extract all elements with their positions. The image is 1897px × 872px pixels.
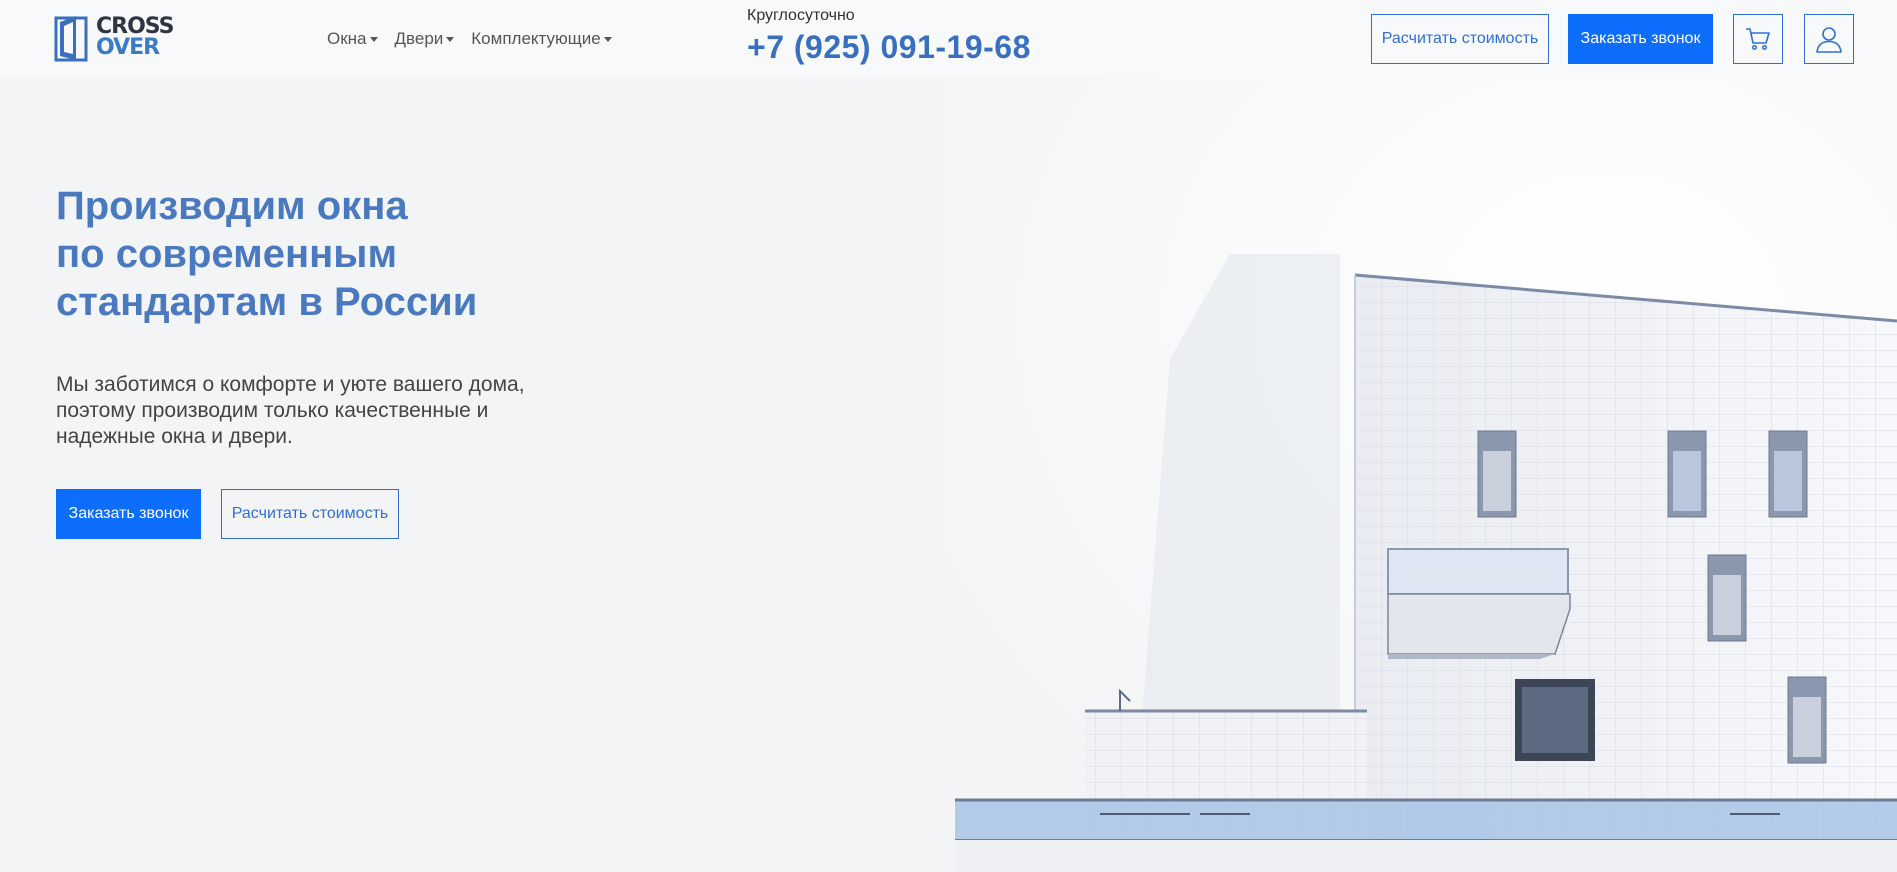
logo-line-2: OVER xyxy=(96,35,160,60)
hero-request-call-button[interactable]: Заказать звонок xyxy=(56,489,201,539)
phone-number-link[interactable]: +7 (925) 091-19-68 xyxy=(747,29,1031,66)
nav-item-label: Комплектующие xyxy=(471,29,601,48)
account-button[interactable] xyxy=(1804,14,1854,64)
calculate-cost-button[interactable]: Расчитать стоимость xyxy=(1371,14,1549,64)
site-header: CROSS OVER Окна Двери Комплектующие Круг… xyxy=(0,0,1897,79)
logo-text: CROSS OVER xyxy=(96,14,174,60)
main-nav: Окна Двери Комплектующие xyxy=(327,29,629,49)
hero-subtitle-line: Мы заботимся о комфорте и уюте вашего до… xyxy=(56,373,525,396)
cart-icon xyxy=(1746,28,1770,51)
phone-caption: Круглосуточно xyxy=(747,7,855,24)
logo-line-1: CROSS xyxy=(96,14,174,39)
hero-building-image xyxy=(940,79,1897,872)
hero-subtitle-line: поэтому производим только качественные и xyxy=(56,399,489,422)
nav-item-windows[interactable]: Окна xyxy=(327,29,378,49)
caret-down-icon xyxy=(446,36,455,42)
hero-title-line: Производим окна xyxy=(56,184,408,228)
caret-down-icon xyxy=(603,36,612,42)
logo[interactable]: CROSS OVER xyxy=(54,14,174,62)
request-call-button[interactable]: Заказать звонок xyxy=(1568,14,1713,64)
nav-item-label: Окна xyxy=(327,29,367,48)
nav-item-doors[interactable]: Двери xyxy=(395,29,455,49)
user-icon xyxy=(1816,27,1842,53)
hero-subtitle: Мы заботимся о комфорте и уюте вашего до… xyxy=(56,372,536,450)
hero-subtitle-line: надежные окна и двери. xyxy=(56,425,293,448)
phone-block: Круглосуточно +7 (925) 091-19-68 xyxy=(747,7,1031,66)
hero-title: Производим окна по современным стандарта… xyxy=(56,182,576,326)
caret-down-icon xyxy=(369,36,378,42)
hero-title-line: по современным xyxy=(56,232,398,276)
window-logo-icon xyxy=(54,16,88,62)
nav-item-accessories[interactable]: Комплектующие xyxy=(471,29,612,49)
hero-title-line: стандартам в России xyxy=(56,280,478,324)
nav-item-label: Двери xyxy=(394,29,444,48)
hero-calculate-cost-button[interactable]: Расчитать стоимость xyxy=(221,489,399,539)
cart-button[interactable] xyxy=(1733,14,1783,64)
